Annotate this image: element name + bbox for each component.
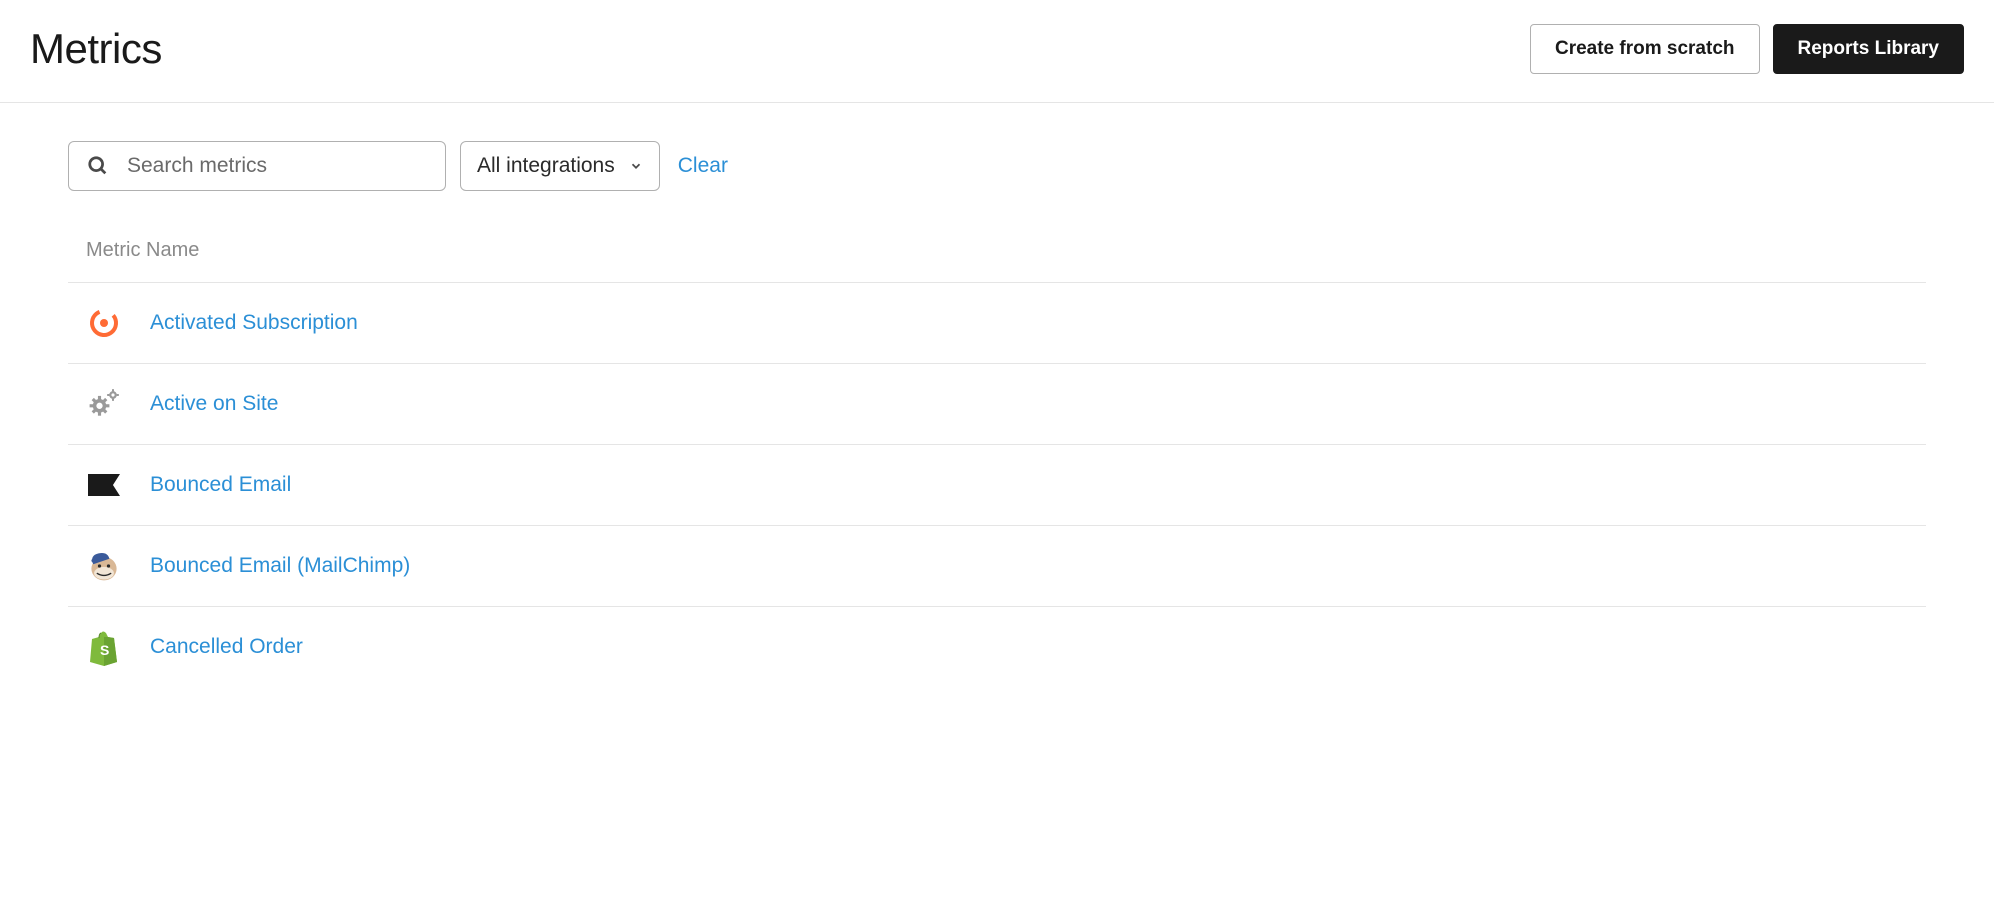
header-actions: Create from scratch Reports Library [1530,24,1964,74]
table-column-header: Metric Name [68,239,1926,283]
clear-filters-link[interactable]: Clear [678,154,728,178]
metric-link[interactable]: Activated Subscription [150,311,358,335]
chargebee-icon [86,305,122,341]
metric-link[interactable]: Bounced Email (MailChimp) [150,554,410,578]
metric-link[interactable]: Bounced Email [150,473,291,497]
search-input[interactable] [127,154,427,178]
table-row: S Cancelled Order [68,607,1926,687]
dropdown-label: All integrations [477,154,615,178]
create-from-scratch-button[interactable]: Create from scratch [1530,24,1760,74]
metric-link[interactable]: Active on Site [150,392,278,416]
table-row: Activated Subscription [68,283,1926,364]
mailchimp-icon [86,548,122,584]
page-title: Metrics [30,25,162,73]
search-icon [87,155,109,177]
table-row: Active on Site [68,364,1926,445]
klaviyo-flag-icon [86,467,122,503]
gears-icon [86,386,122,422]
shopify-icon: S [86,629,122,665]
reports-library-button[interactable]: Reports Library [1773,24,1964,74]
metrics-table: Metric Name Activated Subscription [0,239,1994,687]
metric-link[interactable]: Cancelled Order [150,635,303,659]
filters-bar: All integrations Clear [0,103,1994,191]
page-header: Metrics Create from scratch Reports Libr… [0,0,1994,103]
table-row: Bounced Email (MailChimp) [68,526,1926,607]
table-row: Bounced Email [68,445,1926,526]
integrations-dropdown[interactable]: All integrations [460,141,660,191]
search-wrapper [68,141,446,191]
chevron-down-icon [629,159,643,173]
svg-text:S: S [100,642,109,658]
